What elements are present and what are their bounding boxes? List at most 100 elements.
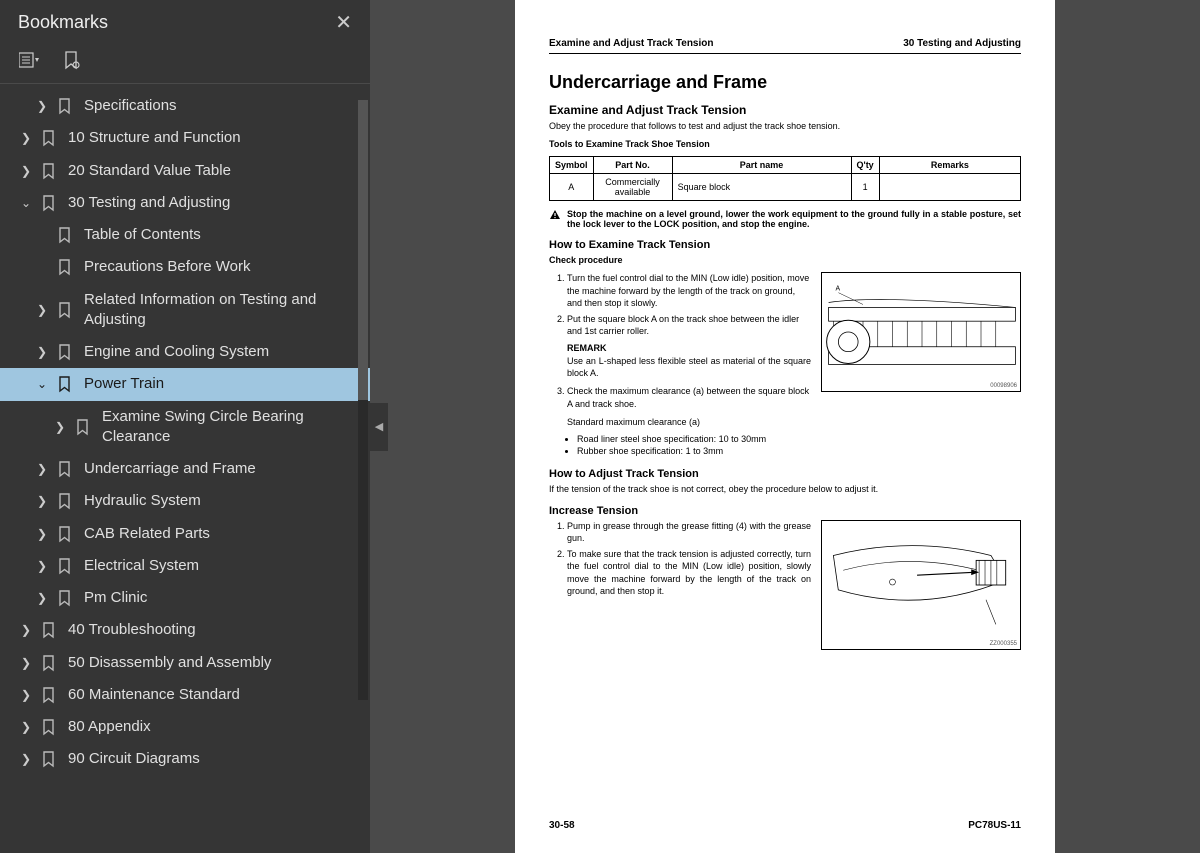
collapse-sidebar-handle[interactable]: ◀ — [370, 403, 388, 451]
bookmark-row[interactable]: ⌄30 Testing and Adjusting — [0, 187, 370, 219]
bookmark-row[interactable]: ❯ 50 Disassembly and Assembly — [0, 647, 370, 679]
tools-table: Symbol Part No. Part name Q'ty Remarks A… — [549, 156, 1021, 201]
td-remarks — [879, 174, 1020, 201]
bookmark-label: Related Information on Testing and Adjus… — [84, 290, 362, 331]
bookmark-row[interactable]: ❯80 Appendix — [0, 711, 370, 743]
bookmark-row[interactable]: ❯ 60 Maintenance Standard — [0, 679, 370, 711]
bookmark-label: Electrical System — [84, 556, 362, 576]
bookmark-row[interactable]: Precautions Before Work — [0, 251, 370, 283]
bookmark-label: 40 Troubleshooting — [68, 620, 362, 640]
bookmark-row[interactable]: ❯ 20 Standard Value Table — [0, 155, 370, 187]
adjust-step-2: To make sure that the track tension is a… — [567, 548, 811, 597]
pdf-page: Examine and Adjust Track Tension 30 Test… — [515, 0, 1055, 853]
chevron-icon[interactable]: ❯ — [34, 344, 50, 360]
chevron-icon[interactable]: ❯ — [18, 130, 34, 146]
warning-icon — [549, 209, 561, 221]
clearance-specs: Road liner steel shoe specification: 10 … — [549, 434, 811, 456]
bookmark-label: 90 Circuit Diagrams — [68, 749, 362, 769]
bookmark-tree: ❯ Specifications ❯10 Structure and Functio… — [0, 84, 370, 853]
bookmark-label: Power Train — [84, 374, 362, 394]
spec-steel: Road liner steel shoe specification: 10 … — [577, 434, 811, 444]
bookmark-row[interactable]: ❯Undercarriage and Frame — [0, 453, 370, 485]
check-procedure-label: Check procedure — [549, 254, 1021, 266]
intro-text: Obey the procedure that follows to test … — [549, 120, 1021, 132]
examine-steps: Turn the fuel control dial to the MIN (L… — [549, 272, 811, 337]
bookmark-label: Pm Clinic — [84, 588, 362, 608]
bookmark-row[interactable]: Table of Contents — [0, 219, 370, 251]
svg-text:A: A — [835, 286, 840, 293]
bookmark-row[interactable]: ❯ Pm Clinic — [0, 582, 370, 614]
warning-text: Stop the machine on a level ground, lowe… — [567, 209, 1021, 229]
spec-rubber: Rubber shoe specification: 1 to 3mm — [577, 446, 811, 456]
bookmark-label: CAB Related Parts — [84, 524, 362, 544]
chevron-icon[interactable] — [34, 227, 50, 243]
bookmark-row[interactable]: ❯ 90 Circuit Diagrams — [0, 743, 370, 775]
chevron-icon[interactable]: ⌄ — [34, 376, 50, 392]
bookmark-label: Precautions Before Work — [84, 257, 362, 277]
examine-steps-cont: Check the maximum clearance (a) between … — [549, 385, 811, 409]
page-header-left: Examine and Adjust Track Tension — [549, 38, 714, 49]
th-remarks: Remarks — [879, 157, 1020, 174]
td-partname: Square block — [672, 174, 851, 201]
chevron-icon[interactable]: ❯ — [34, 558, 50, 574]
bookmark-row[interactable]: ❯Hydraulic System — [0, 485, 370, 517]
how-adjust-heading: How to Adjust Track Tension — [549, 468, 1021, 480]
chevron-icon[interactable]: ❯ — [18, 655, 34, 671]
bookmark-row[interactable]: ❯ CAB Related Parts — [0, 518, 370, 550]
chevron-icon[interactable]: ❯ — [18, 719, 34, 735]
chevron-icon[interactable]: ❯ — [34, 526, 50, 542]
tools-title: Tools to Examine Track Shoe Tension — [549, 138, 1021, 150]
increase-tension-heading: Increase Tension — [549, 505, 1021, 517]
bookmark-row[interactable]: ❯ 40 Troubleshooting — [0, 614, 370, 646]
scrollbar-thumb[interactable] — [358, 100, 368, 400]
figure-track-roller: A 00098906 — [821, 272, 1021, 392]
chevron-icon[interactable] — [34, 259, 50, 275]
remark-text: Use an L-shaped less flexible steel as m… — [549, 355, 811, 379]
chevron-icon[interactable]: ❯ — [18, 751, 34, 767]
td-qty: 1 — [851, 174, 879, 201]
panel-title: Bookmarks — [18, 12, 108, 33]
chevron-icon[interactable]: ❯ — [18, 622, 34, 638]
td-partno: Commercially available — [593, 174, 672, 201]
model-number: PC78US-11 — [968, 820, 1021, 831]
bookmark-row[interactable]: ❯ Engine and Cooling System — [0, 336, 370, 368]
chevron-icon[interactable]: ❯ — [34, 590, 50, 606]
bookmark-row[interactable]: ❯ Examine Swing Circle Bearing Clearance — [0, 401, 370, 454]
how-examine-heading: How to Examine Track Tension — [549, 239, 1021, 251]
th-symbol: Symbol — [550, 157, 594, 174]
th-partno: Part No. — [593, 157, 672, 174]
bookmark-row[interactable]: ❯ Related Information on Testing and Adju… — [0, 284, 370, 337]
find-bookmark-icon[interactable] — [60, 49, 84, 73]
chevron-icon[interactable]: ⌄ — [18, 195, 34, 211]
chevron-icon[interactable]: ❯ — [34, 461, 50, 477]
bookmark-row[interactable]: ⌄ Power Train — [0, 368, 370, 400]
page-header-right: 30 Testing and Adjusting — [903, 38, 1021, 49]
td-symbol: A — [550, 174, 594, 201]
std-max-label: Standard maximum clearance (a) — [549, 416, 811, 428]
bookmark-label: 50 Disassembly and Assembly — [68, 653, 362, 673]
page-number: 30-58 — [549, 820, 575, 831]
th-qty: Q'ty — [851, 157, 879, 174]
bookmark-label: 20 Standard Value Table — [68, 161, 362, 181]
bookmark-label: 60 Maintenance Standard — [68, 685, 362, 705]
bookmark-row[interactable]: ❯ Electrical System — [0, 550, 370, 582]
document-viewer: ◀ Examine and Adjust Track Tension 30 Te… — [370, 0, 1200, 853]
chevron-icon[interactable]: ❯ — [18, 163, 34, 179]
bookmark-row[interactable]: ❯10 Structure and Function — [0, 122, 370, 154]
chevron-icon[interactable]: ❯ — [34, 302, 50, 318]
step-1: Turn the fuel control dial to the MIN (L… — [567, 272, 811, 308]
doc-h1: Undercarriage and Frame — [549, 72, 1021, 93]
bookmark-row[interactable]: ❯ Specifications — [0, 90, 370, 122]
step-3: Check the maximum clearance (a) between … — [567, 385, 811, 409]
chevron-icon[interactable]: ❯ — [52, 419, 68, 435]
chevron-icon[interactable]: ❯ — [34, 98, 50, 114]
bookmark-label: Examine Swing Circle Bearing Clearance — [102, 407, 362, 448]
adjust-step-1: Pump in grease through the grease fittin… — [567, 520, 811, 544]
bookmark-label: Specifications — [84, 96, 362, 116]
close-icon[interactable]: ✕ — [335, 10, 352, 35]
chevron-icon[interactable]: ❯ — [34, 493, 50, 509]
bookmark-label: Engine and Cooling System — [84, 342, 362, 362]
remark-label: REMARK — [549, 343, 811, 353]
outline-options-icon[interactable] — [18, 49, 42, 73]
chevron-icon[interactable]: ❯ — [18, 687, 34, 703]
